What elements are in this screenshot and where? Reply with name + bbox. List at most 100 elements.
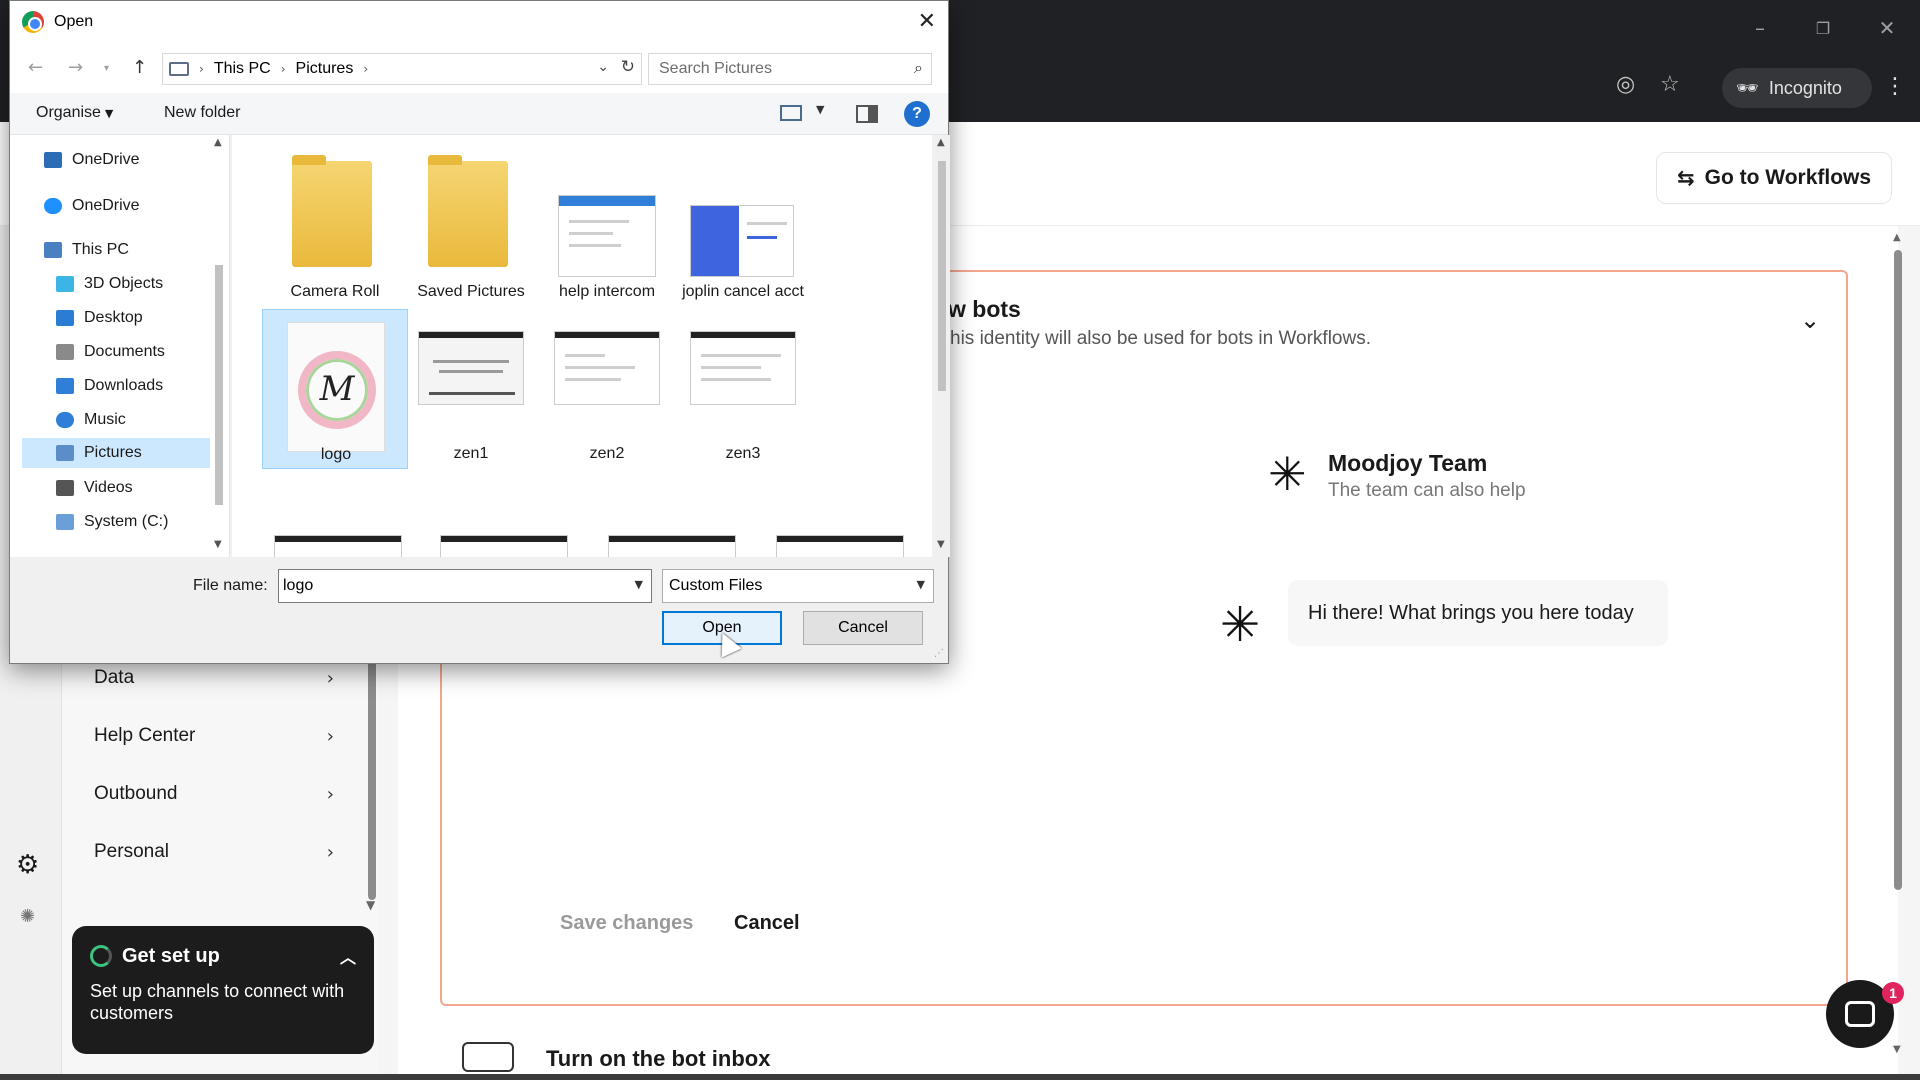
file-item[interactable]: zen2 bbox=[534, 309, 680, 469]
scroll-down-arrow-icon[interactable]: ▼ bbox=[937, 539, 945, 550]
nav-item-this-pc[interactable]: This PC bbox=[44, 235, 129, 265]
file-type-select[interactable]: Custom Files ▼ bbox=[662, 569, 934, 603]
file-name: zen1 bbox=[453, 445, 489, 462]
nav-item-onedrive-2[interactable]: OneDrive bbox=[44, 191, 140, 221]
nav-item-videos[interactable]: Videos bbox=[56, 473, 133, 503]
nav-item-music[interactable]: Music bbox=[56, 405, 126, 435]
file-name-dropdown-icon[interactable]: ▼ bbox=[635, 578, 643, 591]
forward-arrow-icon[interactable]: → bbox=[68, 57, 83, 78]
incognito-badge[interactable]: 🕶 Incognito bbox=[1722, 68, 1872, 108]
nav-item-onedrive-1[interactable]: OneDrive bbox=[44, 145, 140, 175]
main-scrollbar-thumb[interactable] bbox=[1894, 250, 1902, 890]
nav-scrollbar-thumb[interactable] bbox=[215, 265, 223, 505]
bookmark-star-icon[interactable]: ☆ bbox=[1660, 72, 1680, 97]
close-icon[interactable]: ✕ bbox=[918, 9, 936, 34]
thumbnail-line bbox=[565, 378, 621, 381]
new-folder-button[interactable]: New folder bbox=[164, 104, 240, 122]
thumbnail-line bbox=[433, 360, 509, 363]
minimize-icon[interactable]: – bbox=[1735, 10, 1785, 46]
nav-item-desktop[interactable]: Desktop bbox=[56, 303, 143, 333]
recent-locations-icon[interactable]: ▾ bbox=[104, 63, 109, 74]
dialog-cancel-button[interactable]: Cancel bbox=[803, 611, 923, 645]
search-input[interactable]: Search Pictures ⌕ bbox=[648, 53, 932, 85]
scroll-up-arrow-icon[interactable]: ▲ bbox=[937, 137, 945, 148]
image-thumbnail-partial[interactable] bbox=[776, 535, 904, 557]
up-arrow-icon[interactable]: ↑ bbox=[132, 57, 147, 78]
thumbnail-header bbox=[559, 196, 655, 206]
file-item[interactable]: zen3 bbox=[670, 309, 816, 469]
breadcrumb-pictures[interactable]: Pictures bbox=[296, 60, 354, 78]
help-icon[interactable]: ? bbox=[904, 101, 930, 127]
chevron-right-icon: › bbox=[326, 841, 334, 863]
resize-grip-icon[interactable]: ⋰ bbox=[934, 648, 944, 659]
back-arrow-icon[interactable]: ← bbox=[28, 57, 43, 78]
main-scrollbar[interactable]: ▲ ▼ bbox=[1892, 232, 1904, 1056]
settings-gear-icon[interactable]: ⚙ bbox=[16, 850, 39, 880]
chevron-right-icon: › bbox=[326, 725, 334, 747]
sidebar-item-outbound[interactable]: Outbound › bbox=[94, 774, 334, 814]
chevron-down-icon[interactable]: ⌄ bbox=[1800, 306, 1820, 334]
image-thumbnail bbox=[418, 331, 524, 405]
scroll-down-arrow-icon[interactable]: ▼ bbox=[1893, 1044, 1901, 1055]
browser-menu-icon[interactable]: ⋮ bbox=[1884, 74, 1906, 99]
file-item[interactable]: Saved Pictures bbox=[398, 135, 544, 300]
file-name-field[interactable]: ▼ bbox=[278, 569, 652, 603]
image-thumbnail-partial[interactable] bbox=[440, 535, 568, 557]
sidebar-item-label: Personal bbox=[94, 841, 169, 862]
get-set-up-description: Set up channels to connect with customer… bbox=[90, 981, 345, 1023]
scroll-down-arrow-icon[interactable]: ▼ bbox=[214, 539, 222, 550]
search-placeholder: Search Pictures bbox=[659, 60, 772, 77]
workflows-icon: ⇆ bbox=[1677, 166, 1695, 190]
file-name: help intercom bbox=[558, 283, 656, 300]
sidebar-item-personal[interactable]: Personal › bbox=[94, 832, 334, 872]
dialog-title: Open bbox=[54, 13, 94, 30]
image-thumbnail-partial[interactable] bbox=[274, 535, 402, 557]
nav-item-pictures[interactable]: Pictures bbox=[22, 438, 210, 468]
refresh-icon[interactable]: ↻ bbox=[621, 57, 635, 77]
save-changes-button[interactable]: Save changes bbox=[560, 912, 693, 935]
sidebar-item-data[interactable]: Data › bbox=[94, 658, 334, 698]
file-name: zen3 bbox=[725, 445, 761, 462]
address-bar[interactable]: › This PC › Pictures › ⌄ ↻ bbox=[162, 53, 642, 85]
chevron-up-icon[interactable]: ︿ bbox=[340, 944, 356, 968]
search-icon[interactable]: ⌕ bbox=[914, 58, 923, 78]
image-thumbnail-partial[interactable] bbox=[608, 535, 736, 557]
file-item[interactable]: Camera Roll bbox=[262, 135, 408, 300]
organise-button[interactable]: Organise ▼ bbox=[36, 104, 113, 122]
scroll-up-arrow-icon[interactable]: ▲ bbox=[1893, 232, 1901, 243]
scroll-up-arrow-icon[interactable]: ▲ bbox=[214, 137, 222, 148]
organise-label: Organise bbox=[36, 104, 101, 121]
restore-icon[interactable]: ❐ bbox=[1798, 10, 1848, 46]
file-item-selected[interactable]: M logo bbox=[262, 309, 408, 469]
logo-thumbnail: M bbox=[287, 322, 385, 452]
sidebar-item-label: Data bbox=[94, 667, 135, 688]
window-close-icon[interactable]: ✕ bbox=[1862, 10, 1912, 46]
tracking-protection-icon[interactable]: ◎ bbox=[1616, 72, 1635, 97]
nav-item-3d-objects[interactable]: 3D Objects bbox=[56, 269, 163, 299]
scroll-down-arrow-icon[interactable]: ▼ bbox=[366, 898, 375, 912]
nav-item-label: 3D Objects bbox=[84, 275, 164, 292]
file-grid-scrollbar-thumb[interactable] bbox=[938, 161, 946, 391]
go-to-workflows-button[interactable]: ⇆ Go to Workflows bbox=[1656, 152, 1893, 204]
sidebar-item-help-center[interactable]: Help Center › bbox=[94, 716, 334, 756]
thumbnail-header bbox=[691, 332, 795, 338]
address-dropdown-icon[interactable]: ⌄ bbox=[597, 59, 609, 75]
cancel-button[interactable]: Cancel bbox=[734, 912, 800, 935]
file-grid-scrollbar[interactable]: ▲ ▼ bbox=[934, 135, 950, 557]
get-set-up-card[interactable]: Get set up ︿ Set up channels to connect … bbox=[72, 926, 374, 1054]
change-view-icon[interactable] bbox=[780, 105, 802, 121]
preview-pane-icon[interactable] bbox=[856, 105, 878, 123]
file-item[interactable]: help intercom bbox=[534, 135, 680, 300]
view-options-dropdown-icon[interactable]: ▼ bbox=[816, 103, 824, 116]
nav-item-documents[interactable]: Documents bbox=[56, 337, 165, 367]
workspace-icon[interactable]: ✺ bbox=[20, 906, 35, 927]
nav-item-system-c[interactable]: System (C:) bbox=[56, 507, 168, 537]
sidebar-scrollbar-thumb[interactable] bbox=[368, 660, 376, 900]
nav-item-downloads[interactable]: Downloads bbox=[56, 371, 163, 401]
nav-scrollbar[interactable]: ▲ ▼ bbox=[210, 135, 228, 555]
breadcrumb-this-pc[interactable]: This PC bbox=[214, 60, 271, 78]
file-item[interactable]: zen1 bbox=[398, 309, 544, 469]
file-name-input[interactable] bbox=[283, 574, 613, 598]
thumbnail-panel bbox=[691, 206, 739, 276]
file-item[interactable]: joplin cancel acct bbox=[670, 135, 816, 300]
